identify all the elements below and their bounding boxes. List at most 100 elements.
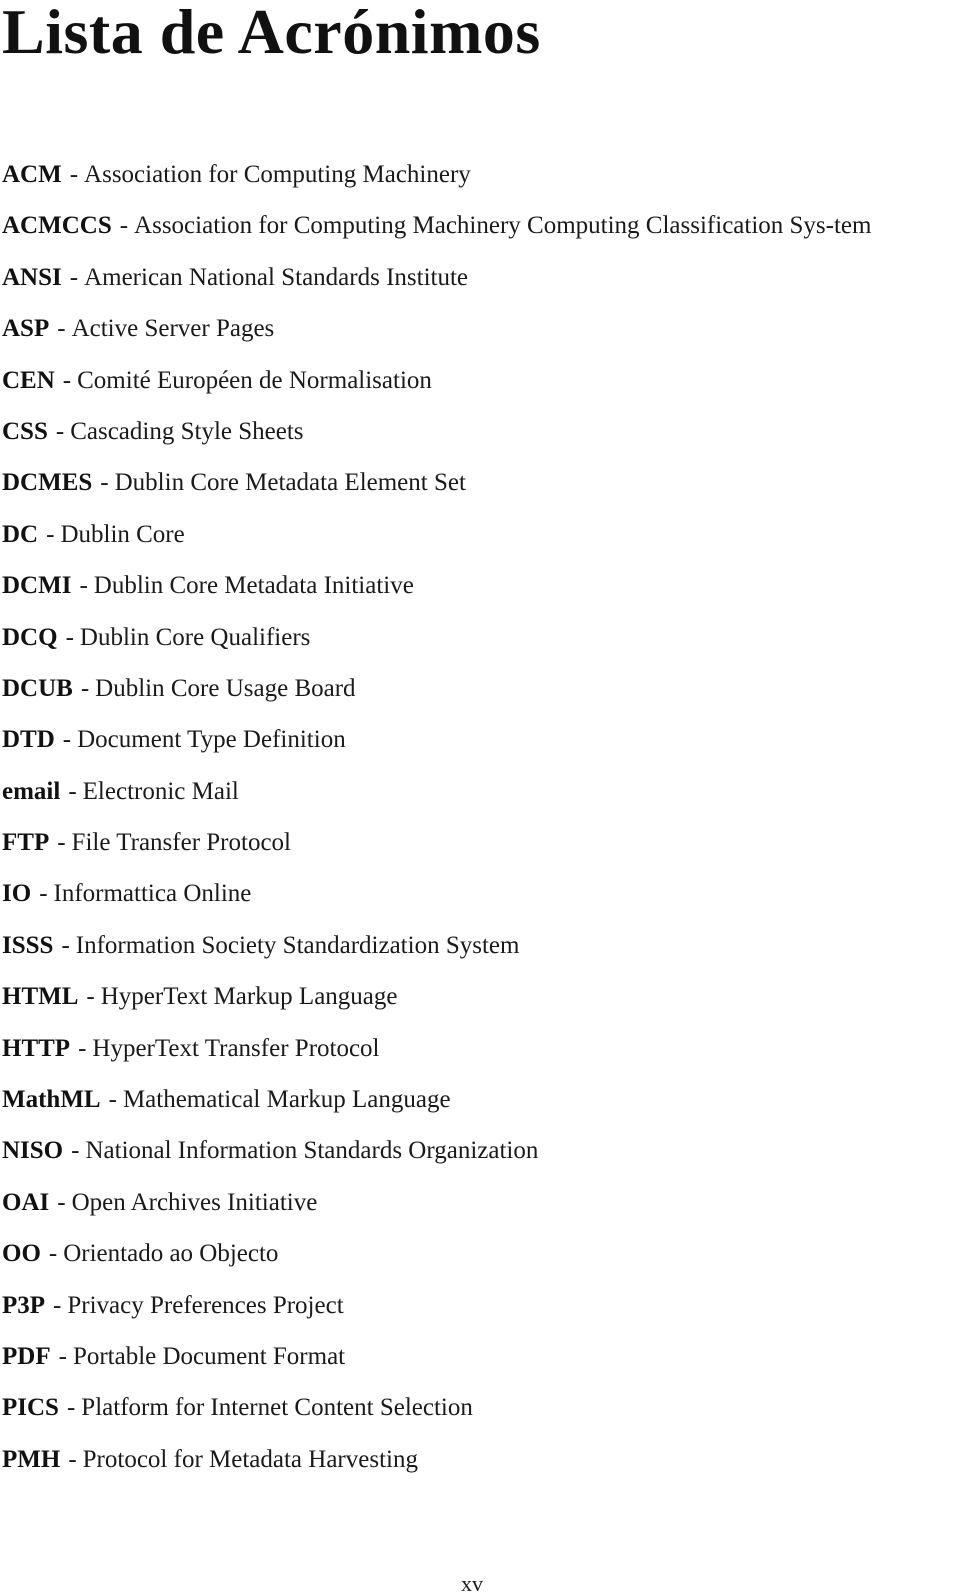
acronym-entry: CEN - Comité Européen de Normalisation <box>2 364 942 398</box>
acronym-entry: PDF - Portable Document Format <box>2 1340 942 1374</box>
acronym-entry: DCMI - Dublin Core Metadata Initiative <box>2 569 942 603</box>
acronym-definition: Informattica Online <box>53 880 252 908</box>
acronym-term: CSS <box>2 417 48 445</box>
acronym-separator: - <box>69 263 79 291</box>
acronym-entry: ACMCCS - Association for Computing Machine… <box>2 209 942 243</box>
acronym-term: NISO <box>2 1137 64 1165</box>
acronym-term: DCQ <box>2 623 58 651</box>
acronym-definition: American National Standards Institute <box>84 263 469 291</box>
acronym-separator: - <box>119 212 129 240</box>
acronym-entry: ASP - Active Server Pages <box>2 312 942 346</box>
acronym-definition: National Information Standards Organizat… <box>85 1137 539 1165</box>
acronym-entry: ANSI - American National Standards Institu… <box>2 261 942 295</box>
acronym-definition: Comité Européen de Normalisation <box>77 366 432 394</box>
acronym-separator: - <box>57 315 66 343</box>
acronym-term: DTD <box>2 726 55 754</box>
acronym-term: CEN <box>2 366 55 394</box>
page-number: xv <box>461 1571 483 1596</box>
acronym-definition: Mathematical Markup Language <box>122 1086 451 1114</box>
acronym-term: PICS <box>2 1394 59 1422</box>
acronym-definition: Dublin Core <box>60 520 185 548</box>
acronym-term: FTP <box>2 829 50 857</box>
acronym-definition: Platform for Internet Content Selection <box>81 1394 473 1422</box>
acronym-entry: DCUB - Dublin Core Usage Board <box>2 672 942 706</box>
acronym-entry: DC - Dublin Core <box>2 518 942 552</box>
acronym-separator: - <box>68 1445 77 1473</box>
acronym-definition: Association for Computing Machinery <box>84 161 471 188</box>
acronym-separator: - <box>86 983 95 1011</box>
acronym-separator: - <box>57 1188 66 1216</box>
acronym-entry: MathML - Mathematical Markup Language <box>2 1083 942 1117</box>
acronym-separator: - <box>65 623 74 651</box>
acronym-definition: Cascading Style Sheets <box>70 417 304 445</box>
acronym-term: DCMES <box>2 469 93 497</box>
acronym-entry: ACM - Association for Computing Machinery <box>2 158 942 192</box>
acronym-entry: OAI - Open Archives Initiative <box>2 1186 942 1220</box>
acronym-term: PMH <box>2 1445 61 1473</box>
acronym-definition: Privacy Preferences Project <box>67 1291 344 1319</box>
acronym-separator: - <box>39 880 48 908</box>
acronym-definition: Electronic Mail <box>82 777 239 805</box>
acronym-definition: Association for Computing Machinery Comp… <box>134 212 872 240</box>
acronym-entry: DCMES - Dublin Core Metadata Element Set <box>2 466 942 500</box>
acronym-separator: - <box>79 572 88 600</box>
acronym-list: ACM - Association for Computing Machinery A… <box>2 158 942 1494</box>
acronym-definition: Information Society Standardization Syst… <box>75 931 520 959</box>
acronym-definition: Document Type Definition <box>77 726 346 754</box>
acronym-separator: - <box>66 1394 76 1422</box>
acronym-separator: - <box>62 726 72 754</box>
acronym-term: PDF <box>2 1342 51 1370</box>
acronym-separator: - <box>68 777 77 805</box>
acronym-definition: Portable Document Format <box>72 1342 346 1370</box>
acronym-definition: Open Archives Initiative <box>71 1188 318 1216</box>
acronym-entry: FTP - File Transfer Protocol <box>2 826 942 860</box>
acronym-definition: Dublin Core Metadata Element Set <box>114 469 466 497</box>
acronym-separator: - <box>80 674 90 702</box>
acronym-term: DCMI <box>2 572 72 600</box>
acronym-term: ACMCCS <box>2 212 112 240</box>
acronym-definition: File Transfer Protocol <box>71 829 291 857</box>
acronym-definition: Dublin Core Metadata Initiative <box>93 572 414 600</box>
acronym-definition: Orientado ao Objecto <box>63 1240 279 1268</box>
acronym-term: HTML <box>2 983 79 1011</box>
acronym-separator: - <box>78 1034 87 1062</box>
acronym-separator: - <box>100 469 109 497</box>
acronym-separator: - <box>71 1137 80 1165</box>
acronym-separator: - <box>48 1240 58 1268</box>
acronym-definition: Dublin Core Qualifiers <box>79 623 311 651</box>
acronym-entry: HTTP - HyperText Transfer Protocol <box>2 1032 942 1066</box>
acronym-separator: - <box>53 1291 62 1319</box>
acronym-separator: - <box>69 161 79 188</box>
acronym-definition: HyperText Transfer Protocol <box>92 1034 380 1062</box>
acronym-definition: Dublin Core Usage Board <box>95 674 356 702</box>
acronym-entry: NISO - National Information Standards Orga… <box>2 1134 942 1168</box>
acronym-entry: DTD - Document Type Definition <box>2 723 942 757</box>
acronym-term: DCUB <box>2 674 73 702</box>
acronym-term: ANSI <box>2 263 62 291</box>
acronym-separator: - <box>58 1342 67 1370</box>
acronym-separator: - <box>57 829 66 857</box>
acronym-term: email <box>2 777 61 805</box>
acronym-term: OO <box>2 1240 41 1268</box>
acronym-separator: - <box>62 366 72 394</box>
acronym-term: ACM <box>2 161 62 188</box>
page-title: Lista de Acrónimos <box>2 0 541 67</box>
acronym-term: ISSS <box>2 931 54 959</box>
acronym-term: ASP <box>2 315 50 343</box>
acronym-entry: IO - Informattica Online <box>2 877 942 911</box>
acronym-entry: CSS - Cascading Style Sheets <box>2 415 942 449</box>
acronym-term: OAI <box>2 1188 50 1216</box>
acronym-term: P3P <box>2 1291 46 1319</box>
acronym-term: DC <box>2 520 39 548</box>
acronym-entry: DCQ - Dublin Core Qualifiers <box>2 621 942 655</box>
acronym-separator: - <box>55 417 65 445</box>
acronym-definition: Protocol for Metadata Harvesting <box>82 1445 418 1473</box>
acronym-entry: OO - Orientado ao Objecto <box>2 1237 942 1271</box>
acronym-definition: HyperText Markup Language <box>100 983 398 1011</box>
acronym-separator: - <box>108 1086 117 1114</box>
acronym-entry: ISSS - Information Society Standardization… <box>2 929 942 963</box>
acronym-entry: HTML - HyperText Markup Language <box>2 980 942 1014</box>
acronym-entry: PMH - Protocol for Metadata Harvesting <box>2 1443 942 1477</box>
acronym-separator: - <box>46 520 55 548</box>
acronym-definition: Active Server Pages <box>71 315 275 343</box>
